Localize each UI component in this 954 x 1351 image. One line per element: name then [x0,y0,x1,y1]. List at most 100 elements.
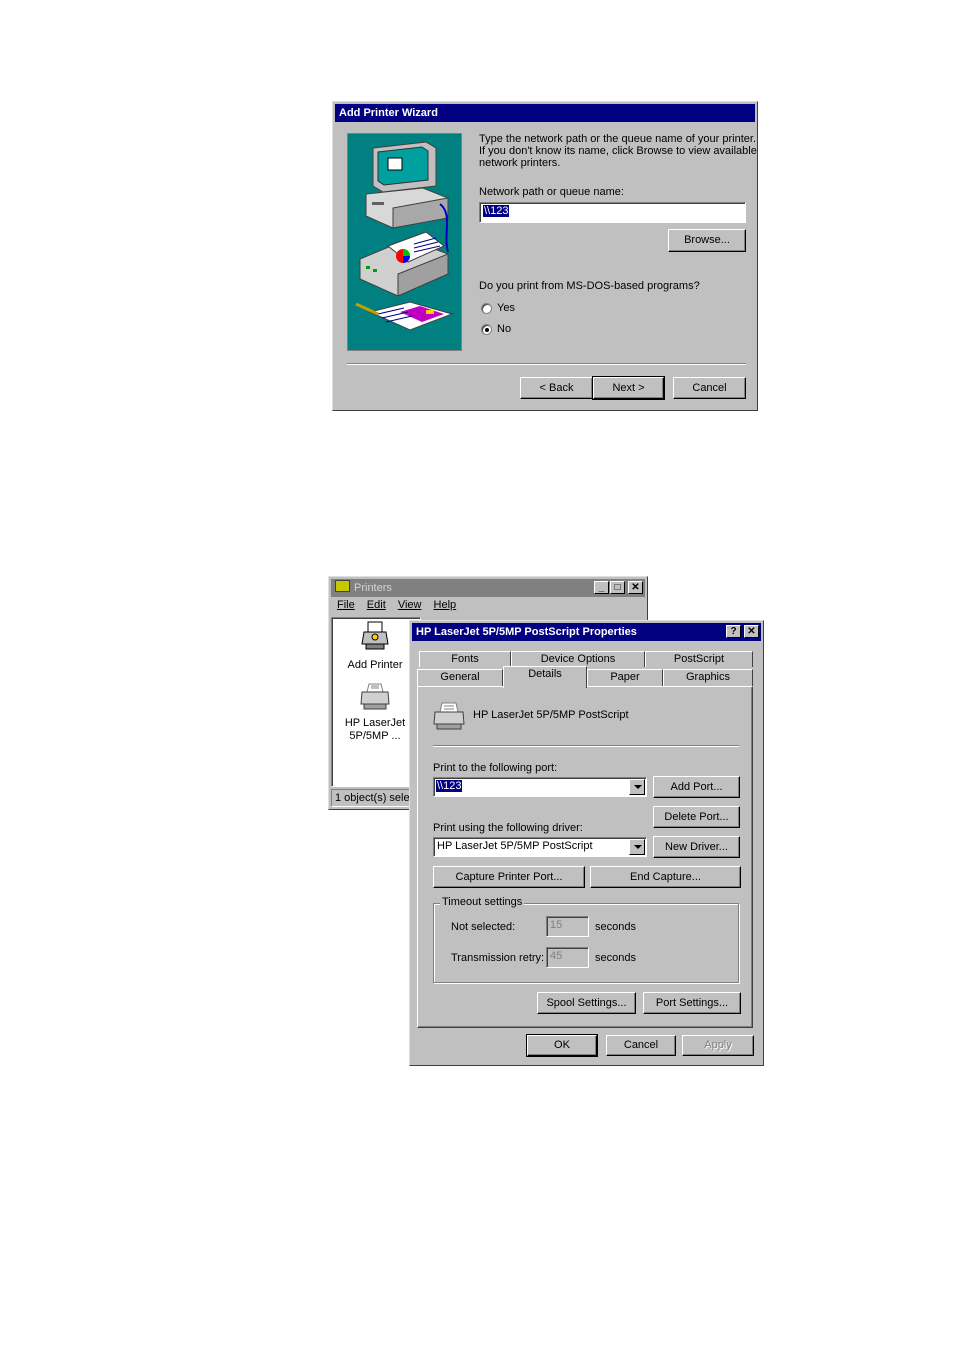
minimize-button[interactable]: _ [594,581,609,594]
printers-title-bar[interactable]: Printers _ □ ✕ [331,579,645,597]
browse-button[interactable]: Browse... [668,229,746,252]
ok-button[interactable]: OK [526,1034,598,1057]
tab-details[interactable]: Details [503,666,587,688]
close-button[interactable]: ✕ [628,581,643,594]
tab-postscript[interactable]: PostScript [645,651,753,667]
radio-no-label: No [497,323,512,335]
transmission-retry-seconds: seconds [595,952,636,964]
not-selected-input[interactable]: 15 [546,916,589,937]
tab-fonts-label: Fonts [451,653,479,665]
port-settings-label: Port Settings... [655,997,729,1009]
port-combobox[interactable]: \\123 [433,777,647,797]
wizard-divider [347,363,746,365]
not-selected-label: Not selected: [451,921,516,933]
driver-value: HP LaserJet 5P/5MP PostScript [437,840,593,852]
new-driver-button[interactable]: New Driver... [653,836,740,858]
add-printer-icon [361,621,389,650]
next-button[interactable]: Next > [592,376,665,400]
port-value: \\123 [436,780,463,792]
printer-icon [360,683,390,710]
properties-title: HP LaserJet 5P/5MP PostScript Properties [416,626,637,638]
browse-button-label: Browse... [684,234,730,246]
radio-no-dot [485,328,489,332]
wizard-title-bar[interactable]: Add Printer Wizard [335,104,755,122]
capture-printer-port-button[interactable]: Capture Printer Port... [433,866,585,888]
timeout-settings-group [433,903,739,983]
radio-no[interactable] [481,324,492,335]
details-tab-page: HP LaserJet 5P/5MP PostScript Print to t… [417,686,753,1028]
transmission-retry-input[interactable]: 45 [546,947,589,968]
hp-laserjet-item[interactable]: HP LaserJet 5P/5MP ... [332,682,418,743]
details-divider [433,745,739,747]
add-printer-label: Add Printer [347,659,403,671]
radio-yes[interactable] [481,303,492,314]
tab-paper-label: Paper [610,671,640,683]
printers-status-text: 1 object(s) selec [335,792,416,804]
capture-port-label: Capture Printer Port... [455,871,563,883]
properties-title-bar[interactable]: HP LaserJet 5P/5MP PostScript Properties… [412,623,761,641]
radio-yes-label: Yes [497,302,515,314]
printers-list-pane: Add Printer HP LaserJet 5P/5MP ... [331,617,421,787]
printers-folder-icon [335,580,350,592]
driver-dropdown-arrow[interactable] [629,839,645,855]
printer-icon [433,702,465,730]
printers-status-bar: 1 object(s) selec [331,789,421,807]
properties-cancel-button[interactable]: Cancel [606,1035,676,1056]
wizard-cancel-button[interactable]: Cancel [673,377,746,399]
transmission-retry-label: Transmission retry: [451,952,545,964]
help-button[interactable]: ? [726,625,741,638]
menu-help[interactable]: Help [434,599,457,611]
add-printer-item[interactable]: Add Printer [332,620,418,671]
apply-button[interactable]: Apply [682,1035,754,1056]
network-path-label: Network path or queue name: [479,186,624,198]
tab-graphics[interactable]: Graphics [663,669,753,686]
delete-port-button[interactable]: Delete Port... [653,806,740,828]
printer-illustration [347,133,462,351]
port-label: Print to the following port: [433,762,558,774]
apply-label: Apply [704,1039,732,1051]
printers-menu-bar: File Edit View Help [337,599,456,611]
tab-device-options-label: Device Options [540,653,616,665]
transmission-retry-value: 45 [550,950,563,962]
tab-details-label: Details [528,668,562,680]
timeout-group-label: Timeout settings [440,896,525,908]
tab-graphics-label: Graphics [685,671,731,683]
maximize-button[interactable]: □ [610,581,625,594]
delete-port-label: Delete Port... [664,811,729,823]
spool-settings-label: Spool Settings... [546,997,627,1009]
tab-device-options[interactable]: Device Options [511,651,645,667]
wizard-instructions-line2: If you don't know its name, click Browse… [479,145,757,157]
spool-settings-button[interactable]: Spool Settings... [537,992,636,1014]
menu-file[interactable]: File [337,599,355,611]
port-settings-button[interactable]: Port Settings... [643,992,741,1014]
wizard-instructions-line3: network printers. [479,157,561,169]
add-port-button[interactable]: Add Port... [653,776,740,798]
hp-item-label-line2: 5P/5MP ... [349,730,401,742]
wizard-title: Add Printer Wizard [339,107,438,119]
port-dropdown-arrow[interactable] [629,779,645,795]
not-selected-seconds: seconds [595,921,636,933]
next-button-label: Next > [612,382,645,394]
tab-paper[interactable]: Paper [587,669,663,686]
msdos-question: Do you print from MS-DOS-based programs? [479,280,700,292]
menu-view[interactable]: View [398,599,422,611]
properties-cancel-label: Cancel [623,1039,659,1051]
new-driver-label: New Driver... [665,841,728,853]
back-button[interactable]: < Back [520,377,593,399]
hp-item-label-line1: HP LaserJet [344,717,406,729]
driver-label: Print using the following driver: [433,822,583,834]
add-printer-wizard-window: Add Printer Wizard Type the network path… [332,101,758,411]
tab-postscript-label: PostScript [673,653,725,665]
driver-combobox[interactable]: HP LaserJet 5P/5MP PostScript [433,837,647,857]
tab-fonts[interactable]: Fonts [419,651,511,667]
end-capture-label: End Capture... [630,871,701,883]
printers-title: Printers [354,582,392,594]
properties-close-button[interactable]: ✕ [744,625,759,638]
end-capture-button[interactable]: End Capture... [590,866,741,888]
wizard-cancel-label: Cancel [692,382,727,394]
tab-general[interactable]: General [417,669,503,686]
add-port-label: Add Port... [670,781,723,793]
menu-edit[interactable]: Edit [367,599,386,611]
not-selected-value: 15 [550,919,563,931]
network-path-input[interactable]: \\123 [479,202,746,223]
